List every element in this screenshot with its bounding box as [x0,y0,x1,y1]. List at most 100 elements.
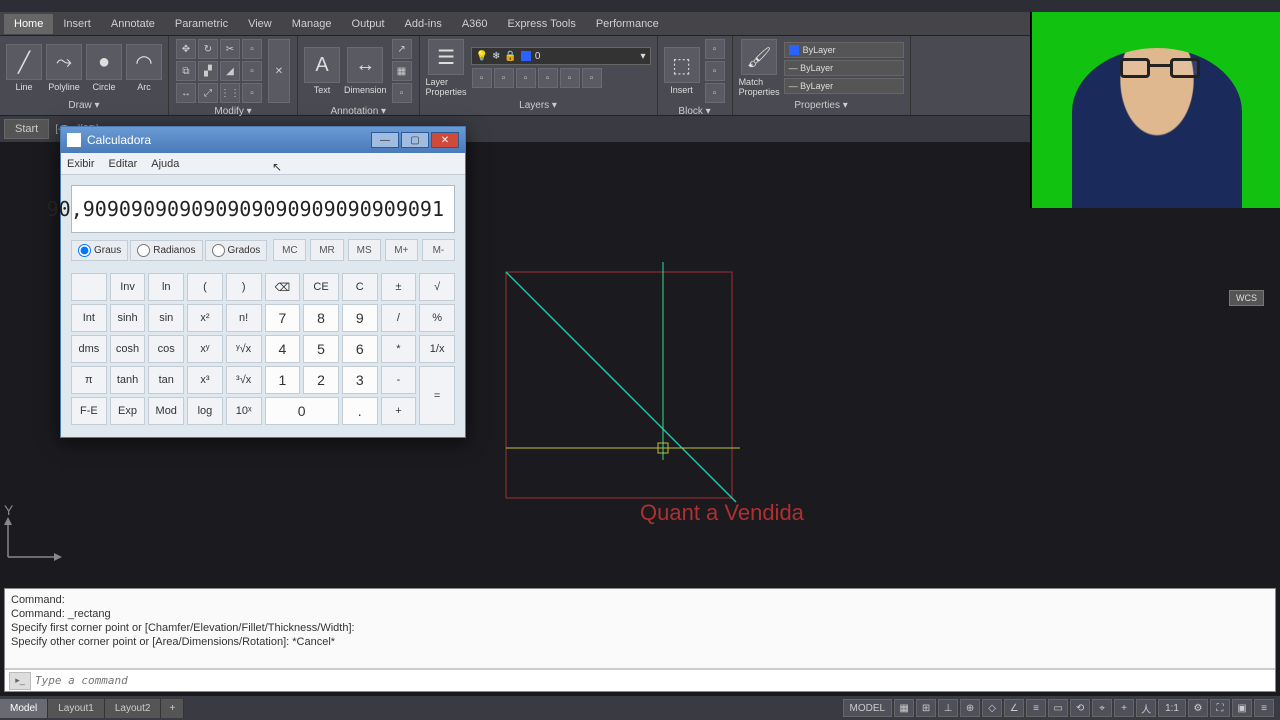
status-lwt[interactable]: ≡ [1026,699,1046,717]
calculator-window[interactable]: Calculadora — ▢ ✕ Exibir Editar Ajuda 90… [60,126,466,438]
menu-editar[interactable]: Editar [109,158,138,170]
annot-tool3[interactable]: ▫ [392,83,412,103]
calc-key-4-4[interactable]: 10ˣ [226,397,262,425]
status-gear[interactable]: ⚙ [1188,699,1208,717]
radio-radianos[interactable]: Radianos [130,240,202,261]
calc-key-1-7[interactable]: 9 [342,304,378,332]
status-scale[interactable]: 1:1 [1158,699,1186,717]
linetype-combo[interactable]: — ByLayer [784,78,904,94]
panel-annotation-title[interactable]: Annotation ▾ [304,104,413,119]
status-grid[interactable]: ▦ [894,699,914,717]
ribbon-tab-output[interactable]: Output [342,14,395,34]
status-trans[interactable]: ▭ [1048,699,1068,717]
ribbon-tab-home[interactable]: Home [4,14,53,34]
lineweight-combo[interactable]: — ByLayer [784,60,904,76]
calc-key-2-0[interactable]: dms [71,335,107,363]
trim-tool[interactable]: ✂ [220,39,240,59]
mplus-button[interactable]: M+ [385,239,418,261]
status-custom[interactable]: ≡ [1254,699,1274,717]
dimension-tool[interactable]: ↔ [347,47,383,83]
ribbon-tab-performance[interactable]: Performance [586,14,669,34]
fillet-tool[interactable]: ◢ [220,61,240,81]
calc-key-2-5[interactable]: 4 [265,335,301,363]
text-tool[interactable]: A [304,47,340,83]
tool-m12[interactable]: ▫ [242,83,262,103]
layer-tool2[interactable]: ▫ [494,68,514,88]
color-combo[interactable]: ByLayer [784,42,904,58]
calc-key-0-5[interactable]: ⌫ [265,273,301,301]
layout-tab-1[interactable]: Layout1 [48,699,105,718]
ribbon-tab-a360[interactable]: A360 [452,14,498,34]
calc-key-2-6[interactable]: 5 [303,335,339,363]
calc-key-0-2[interactable]: ln [148,273,184,301]
mirror-tool[interactable]: ▞ [198,61,218,81]
tool-m4[interactable]: ▫ [242,39,262,59]
calc-key-1-6[interactable]: 8 [303,304,339,332]
ucs-icon[interactable] [0,515,64,570]
digit-0-button[interactable]: 0 [265,397,339,425]
calc-key-3-7[interactable]: 3 [342,366,378,394]
calc-key-2-8[interactable]: * [381,335,417,363]
status-otrack[interactable]: ∠ [1004,699,1024,717]
radio-grados[interactable]: Grados [205,240,268,261]
rotate-tool[interactable]: ↻ [198,39,218,59]
command-history[interactable]: Command:Command: _rectangSpecify first c… [5,589,1275,669]
calc-key-1-9[interactable]: % [419,304,455,332]
calc-key-3-4[interactable]: ³√x [226,366,262,394]
maximize-button[interactable]: ▢ [401,132,429,148]
calc-key-0-9[interactable]: √ [419,273,455,301]
layer-tool5[interactable]: ▫ [560,68,580,88]
menu-ajuda[interactable]: Ajuda [151,158,179,170]
calc-key-4-0[interactable]: F-E [71,397,107,425]
command-prompt-icon[interactable]: ▸_ [9,672,31,690]
calc-key-1-3[interactable]: x² [187,304,223,332]
calc-key-3-3[interactable]: x³ [187,366,223,394]
scale-tool[interactable]: ⤢ [198,83,218,103]
calc-key-1-1[interactable]: sinh [110,304,146,332]
move-tool[interactable]: ✥ [176,39,196,59]
status-snap[interactable]: ⊞ [916,699,936,717]
ribbon-tab-view[interactable]: View [238,14,282,34]
calc-key-1-2[interactable]: sin [148,304,184,332]
menu-exibir[interactable]: Exibir [67,158,95,170]
radio-graus[interactable]: Graus [71,240,128,261]
calc-key-2-4[interactable]: ʸ√x [226,335,262,363]
calc-key-3-5[interactable]: 1 [265,366,301,394]
layer-tool3[interactable]: ▫ [516,68,536,88]
calc-key-3-6[interactable]: 2 [303,366,339,394]
calc-key-3-8[interactable]: - [381,366,417,394]
calc-key-3-1[interactable]: tanh [110,366,146,394]
ribbon-tab-express[interactable]: Express Tools [498,14,586,34]
mc-button[interactable]: MC [273,239,306,261]
calc-key-1-8[interactable]: / [381,304,417,332]
minimize-button[interactable]: — [371,132,399,148]
layer-properties-button[interactable]: ☰ [428,39,464,75]
calc-key-4-7[interactable]: . [342,397,378,425]
layer-tool6[interactable]: ▫ [582,68,602,88]
layout-tab-model[interactable]: Model [0,699,48,718]
calc-key-2-1[interactable]: cosh [110,335,146,363]
status-ucs[interactable]: ⌖ [1092,699,1112,717]
erase-tool[interactable]: ✕ [268,39,290,103]
table-tool[interactable]: ▦ [392,61,412,81]
block-tool1[interactable]: ▫ [705,39,725,59]
status-model[interactable]: MODEL [843,699,893,717]
calc-key-4-8[interactable]: + [381,397,417,425]
block-tool2[interactable]: ▫ [705,61,725,81]
polyline-tool[interactable]: ⤳ [46,44,82,80]
layout-tab-2[interactable]: Layout2 [105,699,162,718]
calc-key-2-2[interactable]: cos [148,335,184,363]
ribbon-tab-parametric[interactable]: Parametric [165,14,238,34]
copy-tool[interactable]: ⧉ [176,61,196,81]
status-polar[interactable]: ⊕ [960,699,980,717]
layer-tool1[interactable]: ▫ [472,68,492,88]
circle-tool[interactable]: ● [86,44,122,80]
match-properties-button[interactable]: 🖌 [741,39,777,75]
command-input[interactable] [35,674,1275,687]
status-dyn[interactable]: + [1114,699,1134,717]
status-ortho[interactable]: ⊥ [938,699,958,717]
calc-key-0-0[interactable] [71,273,107,301]
calc-key-0-6[interactable]: CE [303,273,339,301]
equals-button[interactable]: = [419,366,455,425]
calc-key-2-3[interactable]: xʸ [187,335,223,363]
